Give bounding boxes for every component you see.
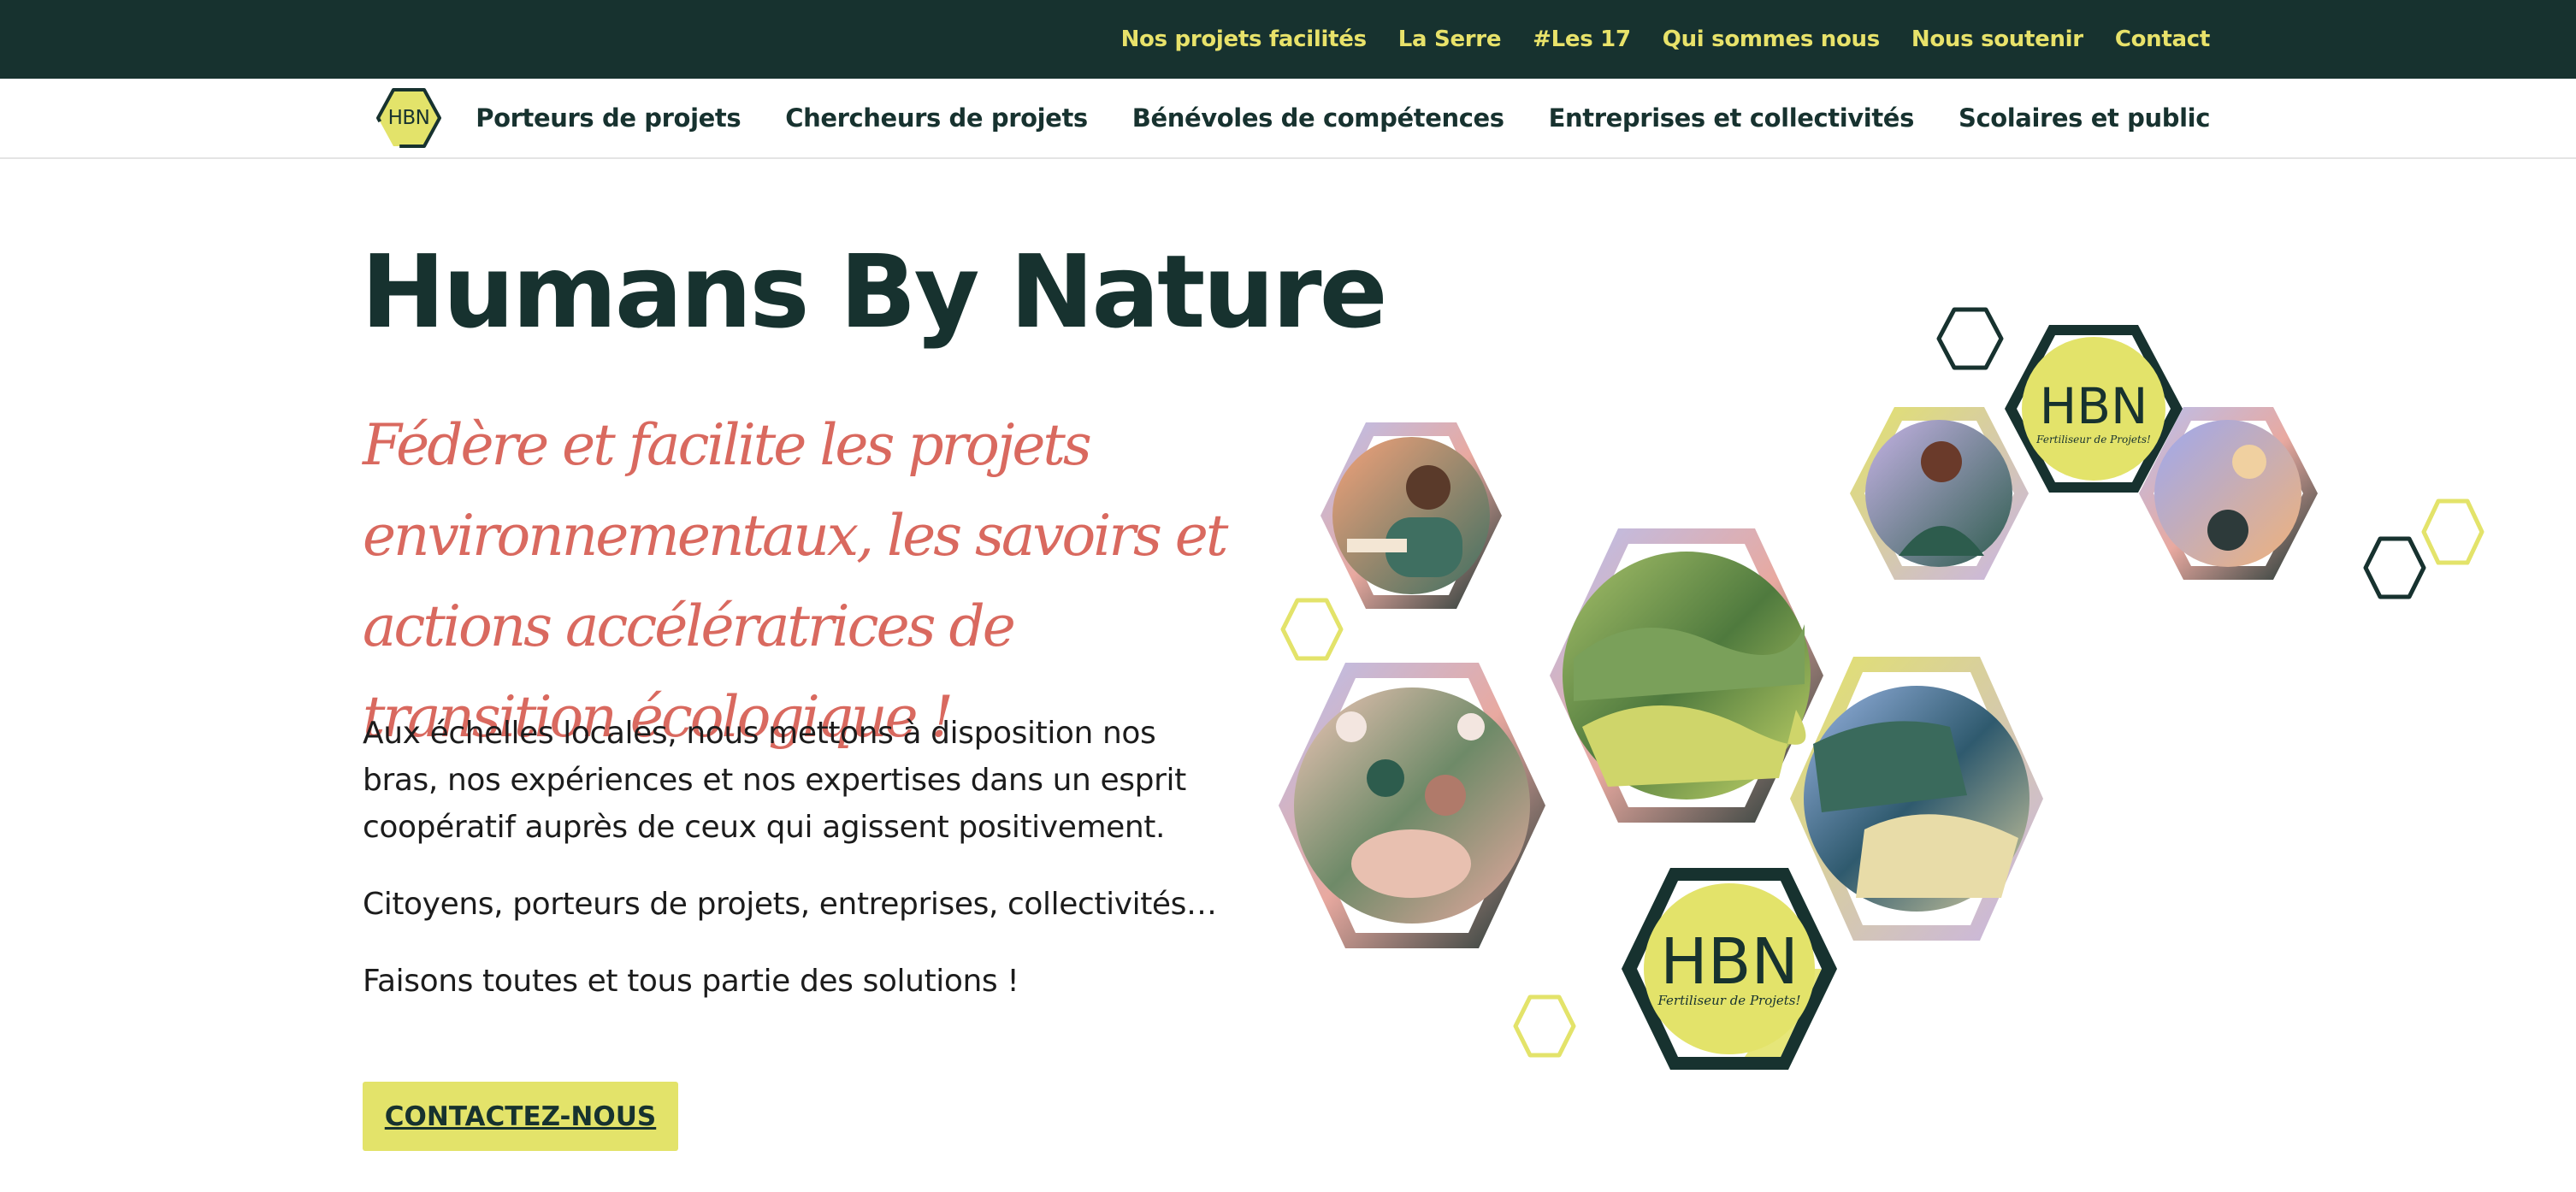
hero-tagline: Fédère et facilite les projets environne…: [363, 412, 1228, 750]
logo-text: HBN: [387, 107, 430, 129]
contact-cta-button[interactable]: CONTACTEZ-NOUS: [363, 1082, 678, 1151]
outline-hex-yellow-2: [2421, 499, 2484, 565]
hero-paragraph-2: Citoyens, porteurs de projets, entrepris…: [363, 887, 1217, 922]
topnav-link-projets-facilites[interactable]: Nos projets facilités: [1121, 27, 1368, 52]
landscape-hex-hills: [1550, 528, 1823, 823]
site-logo[interactable]: HBN: [375, 86, 443, 150]
top-bar: Nos projets facilités La Serre #Les 17 Q…: [0, 0, 2576, 79]
main-header: HBN Porteurs de projets Chercheurs de pr…: [0, 79, 2576, 159]
top-nav: Nos projets facilités La Serre #Les 17 Q…: [1121, 0, 2211, 79]
nav-link-chercheurs[interactable]: Chercheurs de projets: [785, 103, 1088, 133]
badge-subtitle-bottom: Fertiliseur de Projets!: [1657, 993, 1800, 1008]
outline-hex-yellow-1: [1280, 598, 1344, 661]
people-hex-picnic: [1279, 663, 1545, 948]
nav-link-benevoles[interactable]: Bénévoles de compétences: [1132, 103, 1504, 133]
nav-link-scolaires[interactable]: Scolaires et public: [1959, 103, 2210, 133]
topnav-link-les-17[interactable]: #Les 17: [1533, 27, 1631, 52]
portrait-hex-woman: [1850, 407, 2029, 580]
outline-hex-dark-1: [1936, 307, 2004, 370]
outline-hex-dark-2: [2363, 536, 2426, 599]
hexagon-illustration: HBN Fertiliseur de Projets! HBN Fertilis…: [1266, 282, 2497, 1103]
badge-title-bottom: HBN: [1660, 925, 1799, 999]
hero-title: Humans By Nature: [361, 233, 1388, 351]
topnav-link-nous-soutenir[interactable]: Nous soutenir: [1911, 27, 2083, 52]
hero-paragraph-1: Aux échelles locales, nous mettons à dis…: [363, 716, 1186, 845]
topnav-link-contact[interactable]: Contact: [2115, 27, 2210, 52]
landscape-hex-coast: [1790, 657, 2043, 941]
badge-subtitle-top: Fertiliseur de Projets!: [2035, 434, 2151, 446]
hexagon-collage: HBN Fertiliseur de Projets! HBN Fertilis…: [1279, 307, 2484, 1070]
main-nav: Porteurs de projets Chercheurs de projet…: [476, 79, 2210, 157]
portrait-hex-man: [1320, 422, 1502, 609]
topnav-link-la-serre[interactable]: La Serre: [1398, 27, 1502, 52]
topnav-link-qui-sommes-nous[interactable]: Qui sommes nous: [1663, 27, 1880, 52]
nav-link-porteurs[interactable]: Porteurs de projets: [476, 103, 741, 133]
nav-link-entreprises[interactable]: Entreprises et collectivités: [1549, 103, 1915, 133]
hero-paragraph-3: Faisons toutes et tous partie des soluti…: [363, 964, 1019, 999]
badge-title-top: HBN: [2040, 377, 2148, 435]
hbn-badge-bottom: HBN Fertiliseur de Projets!: [1622, 868, 1837, 1070]
outline-hex-yellow-3: [1513, 994, 1576, 1058]
